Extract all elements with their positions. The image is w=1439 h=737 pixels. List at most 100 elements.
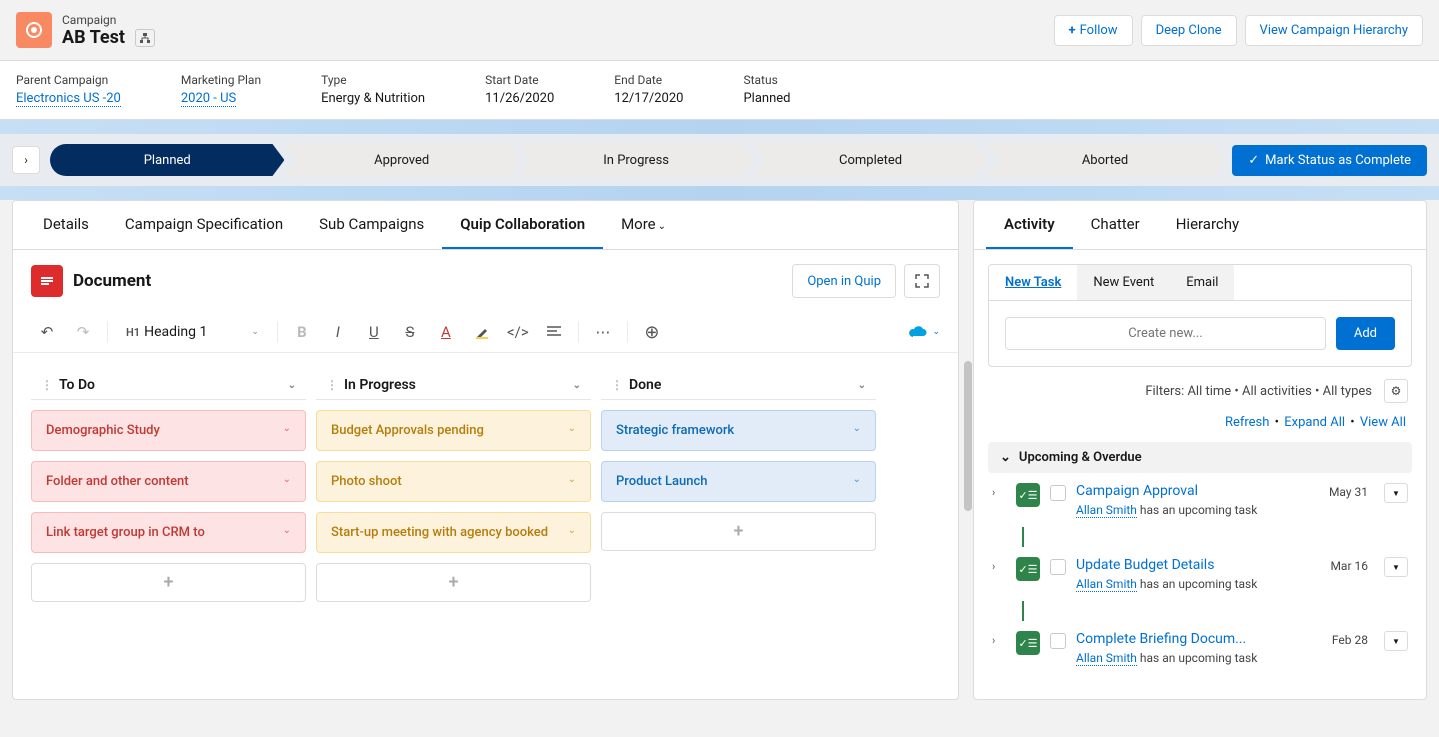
path-stage-completed[interactable]: Completed xyxy=(753,144,987,176)
activity-tab-new-task[interactable]: New Task xyxy=(989,265,1077,300)
add-card-button[interactable]: + xyxy=(316,563,591,602)
main-panel: Details Campaign Specification Sub Campa… xyxy=(12,200,959,700)
task-item: › ✓☰ Complete Briefing Docum... Allan Sm… xyxy=(988,621,1412,675)
task-checkbox[interactable] xyxy=(1050,559,1066,575)
code-button[interactable]: </> xyxy=(502,318,534,346)
marketing-plan-label: Marketing Plan xyxy=(181,73,261,87)
chevron-down-icon[interactable]: ⌄ xyxy=(573,380,581,391)
task-checkbox[interactable] xyxy=(1050,485,1066,501)
gear-icon[interactable]: ⚙ xyxy=(1384,379,1408,403)
hierarchy-icon[interactable] xyxy=(135,29,155,47)
side-tab-activity[interactable]: Activity xyxy=(986,201,1073,249)
card-done[interactable]: Strategic framework⌄ xyxy=(601,410,876,451)
sales-path: › Planned Approved In Progress Completed… xyxy=(0,134,1439,186)
chevron-down-icon[interactable]: ⌄ xyxy=(568,474,576,485)
end-date-label: End Date xyxy=(614,73,683,87)
path-stage-aborted[interactable]: Aborted xyxy=(988,144,1222,176)
parent-campaign-link[interactable]: Electronics US -20 xyxy=(16,91,121,107)
add-card-button[interactable]: + xyxy=(601,512,876,551)
bold-button[interactable]: B xyxy=(286,318,318,346)
more-formatting-button[interactable]: ⋯ xyxy=(587,318,619,346)
activity-tab-email[interactable]: Email xyxy=(1170,265,1234,300)
create-new-input[interactable] xyxy=(1005,317,1326,350)
open-in-quip-button[interactable]: Open in Quip xyxy=(792,264,896,298)
marketing-plan-link[interactable]: 2020 - US xyxy=(181,91,236,107)
task-date: May 31 xyxy=(1329,483,1368,499)
text-color-button[interactable]: A xyxy=(430,318,462,346)
task-link[interactable]: Complete Briefing Docum... xyxy=(1076,631,1246,647)
chevron-down-icon[interactable]: ⌄ xyxy=(283,474,291,485)
fullscreen-button[interactable] xyxy=(904,264,940,298)
task-menu-button[interactable]: ▼ xyxy=(1384,557,1408,577)
task-expand[interactable]: › xyxy=(992,557,1006,573)
italic-button[interactable]: I xyxy=(322,318,354,346)
activity-tabs: New Task New Event Email xyxy=(988,264,1412,301)
path-stage-in-progress[interactable]: In Progress xyxy=(519,144,753,176)
campaign-icon xyxy=(16,12,52,48)
path-stage-planned[interactable]: Planned xyxy=(50,144,284,176)
card-todo[interactable]: Link target group in CRM to⌄ xyxy=(31,512,306,553)
task-owner-link[interactable]: Allan Smith xyxy=(1076,577,1137,592)
undo-button[interactable]: ↶ xyxy=(31,318,63,346)
card-done[interactable]: Product Launch⌄ xyxy=(601,461,876,502)
task-checkbox[interactable] xyxy=(1050,633,1066,649)
heading-select[interactable]: H1 Heading 1 ⌄ xyxy=(116,318,269,346)
refresh-link[interactable]: Refresh xyxy=(1225,415,1269,430)
chevron-down-icon[interactable]: ⌄ xyxy=(283,525,291,536)
card-todo[interactable]: Demographic Study⌄ xyxy=(31,410,306,451)
task-item: › ✓☰ Update Budget Details Allan Smith h… xyxy=(988,547,1412,601)
chevron-down-icon[interactable]: ⌄ xyxy=(568,423,576,434)
path-expand-button[interactable]: › xyxy=(12,146,40,174)
chevron-down-icon[interactable]: ⌄ xyxy=(288,380,296,391)
chevron-down-icon[interactable]: ⌄ xyxy=(568,525,576,536)
main-tabs: Details Campaign Specification Sub Campa… xyxy=(13,201,958,250)
view-hierarchy-button[interactable]: View Campaign Hierarchy xyxy=(1245,15,1423,46)
add-card-button[interactable]: + xyxy=(31,563,306,602)
chevron-down-icon: ⌄ xyxy=(658,221,666,232)
card-in-progress[interactable]: Photo shoot⌄ xyxy=(316,461,591,502)
task-expand[interactable]: › xyxy=(992,631,1006,647)
follow-button[interactable]: +Follow xyxy=(1054,15,1133,46)
heading-level-icon: H1 xyxy=(126,326,140,339)
card-in-progress[interactable]: Budget Approvals pending⌄ xyxy=(316,410,591,451)
section-upcoming[interactable]: ⌄ Upcoming & Overdue xyxy=(988,442,1412,473)
path-stage-approved[interactable]: Approved xyxy=(284,144,518,176)
insert-button[interactable]: ⊕ xyxy=(636,318,668,346)
highlight-button[interactable] xyxy=(466,318,498,346)
task-expand[interactable]: › xyxy=(992,483,1006,499)
card-in-progress[interactable]: Start-up meeting with agency booked⌄ xyxy=(316,512,591,553)
mark-complete-button[interactable]: ✓Mark Status as Complete xyxy=(1232,145,1427,176)
activity-tab-new-event[interactable]: New Event xyxy=(1077,265,1170,300)
view-all-link[interactable]: View All xyxy=(1360,415,1406,430)
tab-quip-collaboration[interactable]: Quip Collaboration xyxy=(442,201,603,249)
chevron-down-icon[interactable]: ⌄ xyxy=(858,380,866,391)
side-tab-chatter[interactable]: Chatter xyxy=(1073,201,1158,249)
expand-all-link[interactable]: Expand All xyxy=(1284,415,1345,430)
tab-campaign-spec[interactable]: Campaign Specification xyxy=(107,201,301,249)
strikethrough-button[interactable]: S xyxy=(394,318,426,346)
task-link[interactable]: Campaign Approval xyxy=(1076,483,1198,499)
plus-icon: + xyxy=(1069,23,1076,38)
add-button[interactable]: Add xyxy=(1336,317,1395,350)
redo-button[interactable]: ↷ xyxy=(67,318,99,346)
record-highlights: Parent CampaignElectronics US -20 Market… xyxy=(0,60,1439,120)
task-menu-button[interactable]: ▼ xyxy=(1384,483,1408,503)
deep-clone-button[interactable]: Deep Clone xyxy=(1141,15,1237,46)
task-link[interactable]: Update Budget Details xyxy=(1076,557,1214,573)
chevron-down-icon[interactable]: ⌄ xyxy=(853,423,861,434)
align-button[interactable] xyxy=(538,318,570,346)
task-owner-link[interactable]: Allan Smith xyxy=(1076,503,1137,518)
scrollbar-thumb[interactable] xyxy=(964,361,972,511)
chevron-down-icon[interactable]: ⌄ xyxy=(853,474,861,485)
card-todo[interactable]: Folder and other content⌄ xyxy=(31,461,306,502)
chevron-down-icon: ⌄ xyxy=(251,327,259,337)
tab-more[interactable]: More⌄ xyxy=(603,201,684,249)
task-menu-button[interactable]: ▼ xyxy=(1384,631,1408,651)
tab-sub-campaigns[interactable]: Sub Campaigns xyxy=(301,201,442,249)
tab-details[interactable]: Details xyxy=(25,201,107,249)
salesforce-cloud-menu[interactable]: ⌄ xyxy=(908,325,940,339)
chevron-down-icon[interactable]: ⌄ xyxy=(283,423,291,434)
side-tab-hierarchy[interactable]: Hierarchy xyxy=(1158,201,1257,249)
underline-button[interactable]: U xyxy=(358,318,390,346)
task-owner-link[interactable]: Allan Smith xyxy=(1076,651,1137,666)
